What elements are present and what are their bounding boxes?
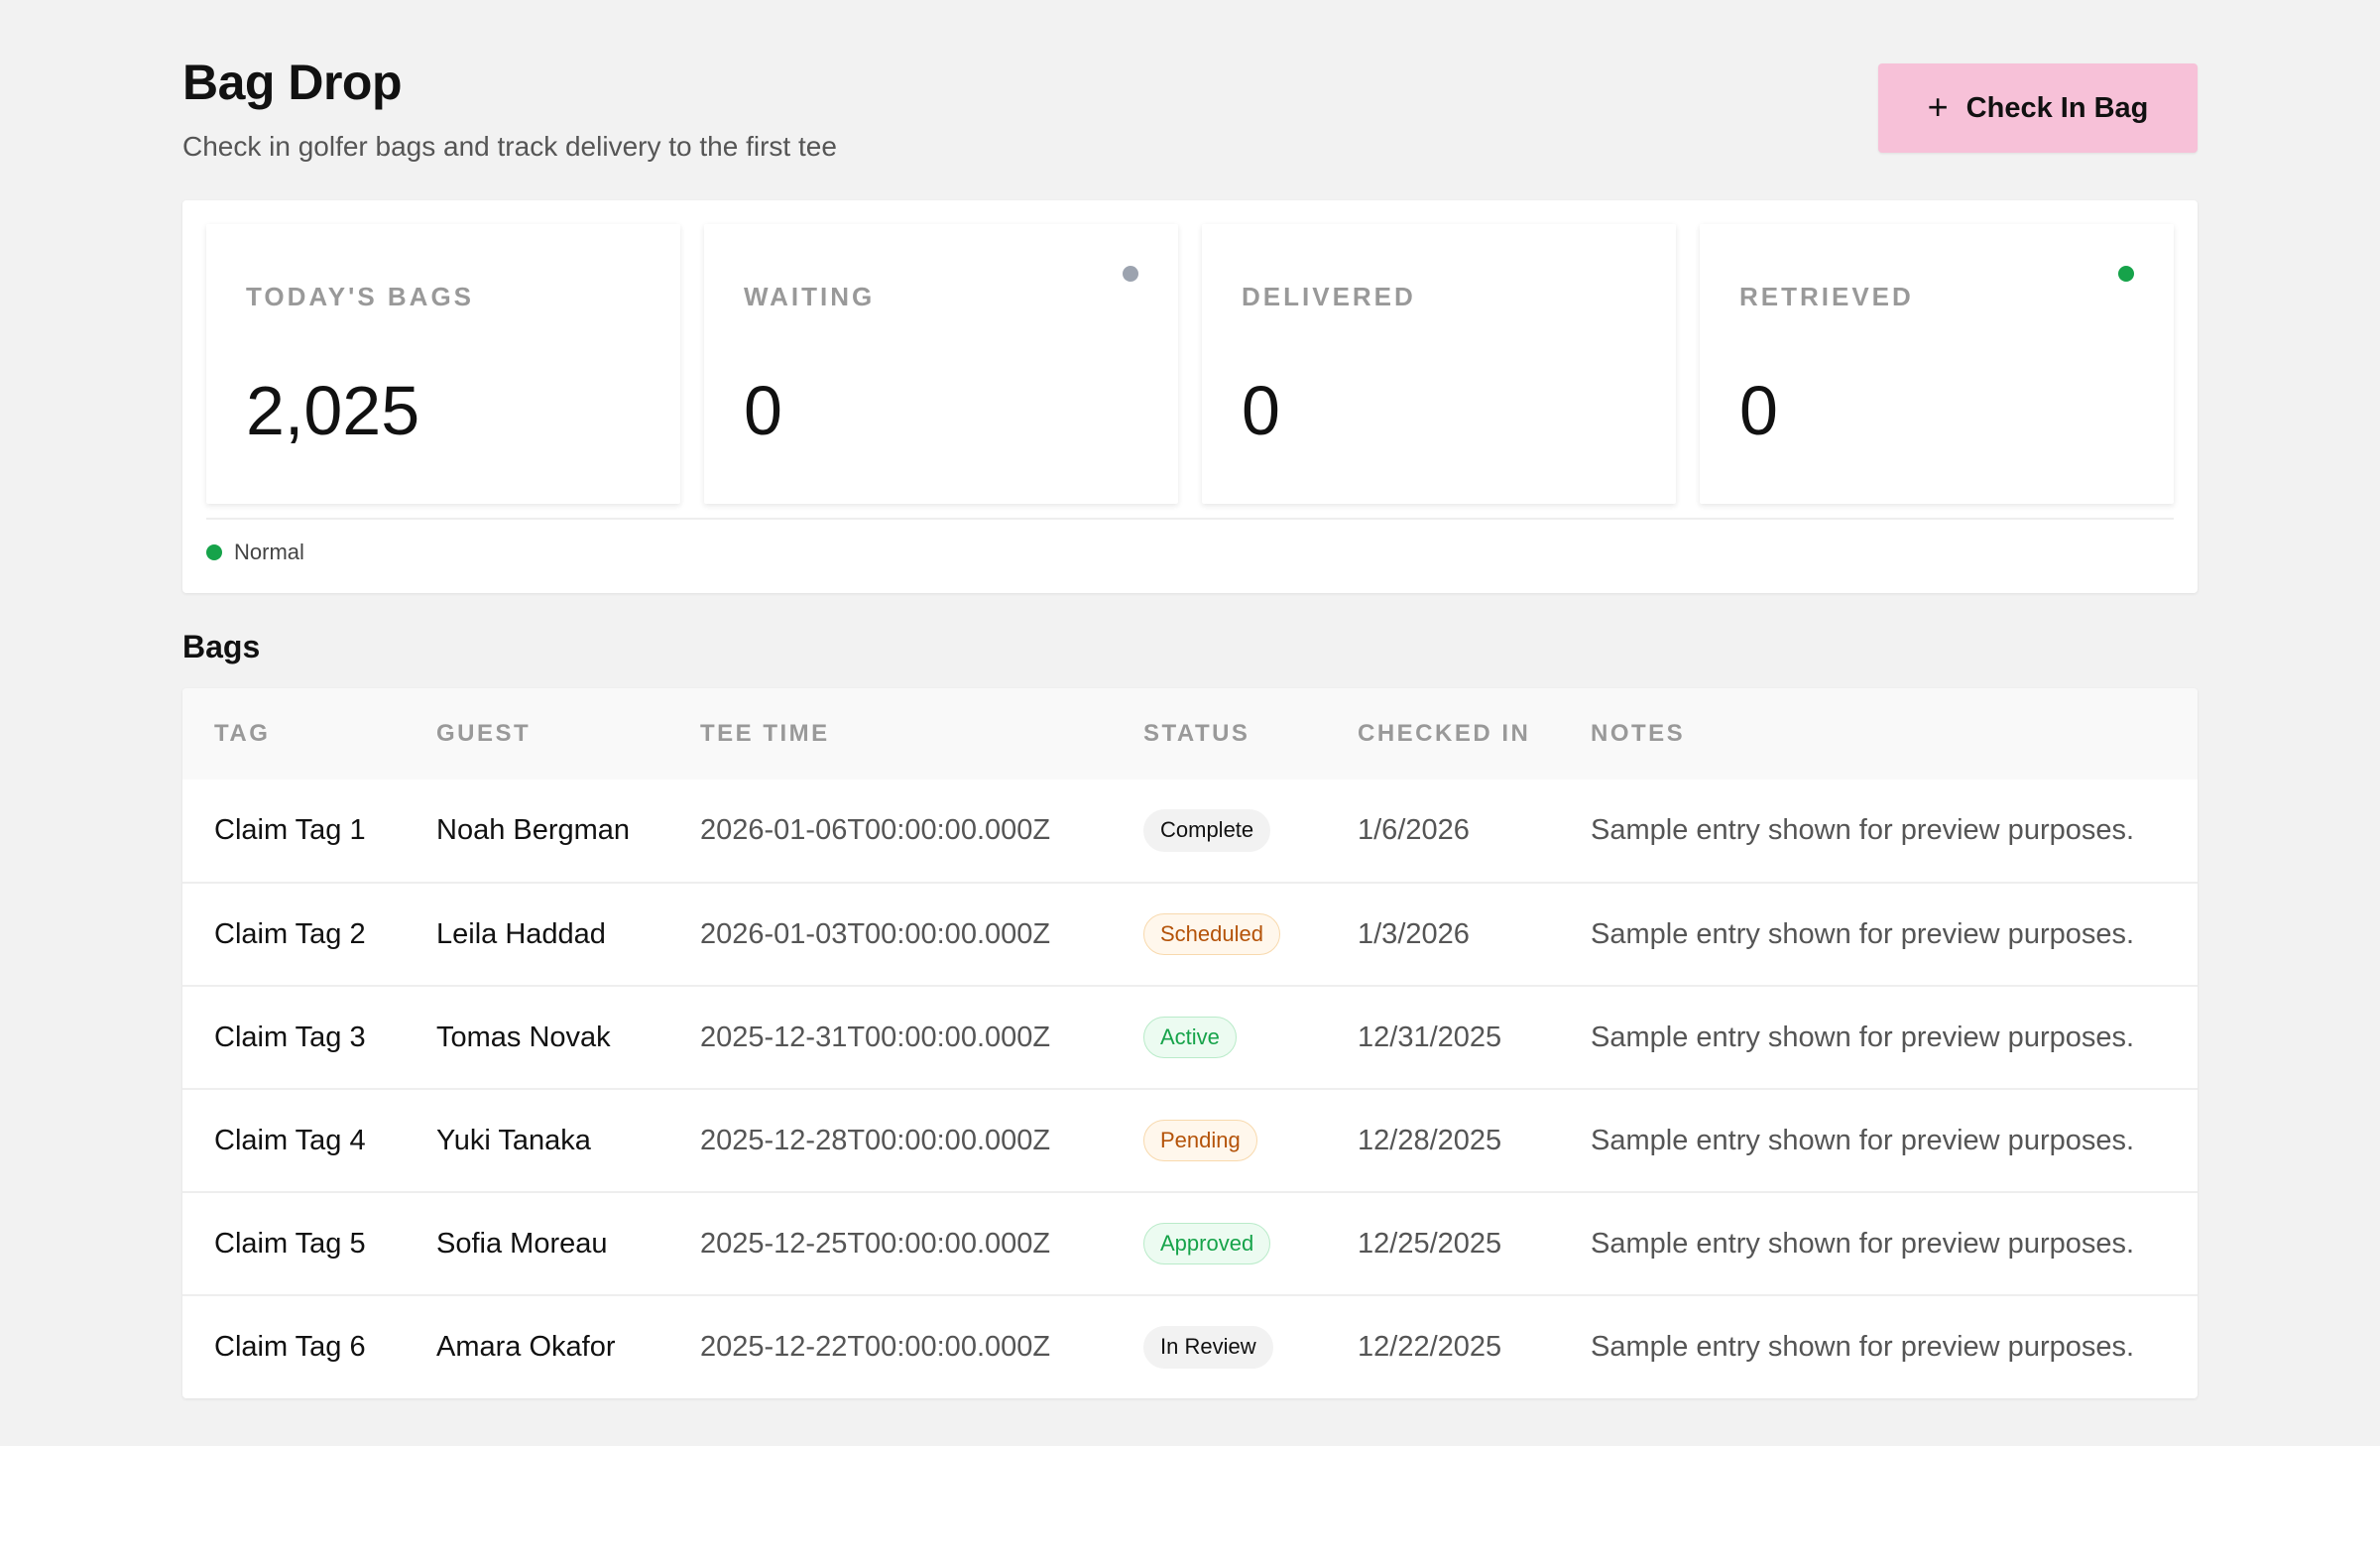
stat-value: 0: [744, 372, 782, 449]
status-badge: Approved: [1143, 1222, 1271, 1265]
cell-guest: Leila Haddad: [436, 917, 606, 950]
check-in-bag-label: Check In Bag: [1965, 91, 2149, 124]
status-dot-icon: [1123, 266, 1138, 282]
stat-value: 2,025: [246, 372, 420, 449]
column-header-notes: NOTES: [1591, 720, 1686, 747]
column-header-checked-in: CHECKED IN: [1358, 720, 1531, 747]
cell-guest: Yuki Tanaka: [436, 1124, 591, 1156]
cell-tag: Claim Tag 6: [214, 1331, 366, 1363]
cell-tee-time: 2025-12-31T00:00:00.000Z: [700, 1021, 1051, 1053]
cell-tee-time: 2025-12-22T00:00:00.000Z: [700, 1331, 1051, 1363]
cell-tee-time: 2025-12-25T00:00:00.000Z: [700, 1227, 1051, 1260]
stat-label: TODAY'S BAGS: [246, 282, 475, 311]
divider: [206, 518, 2174, 520]
main-container: Bag Drop Check in golfer bags and track …: [182, 0, 2198, 1398]
cell-checked-in: 12/22/2025: [1358, 1331, 1502, 1363]
column-header-tee-time: TEE TIME: [700, 720, 830, 747]
cell-notes: Sample entry shown for preview purposes.: [1591, 1124, 2135, 1156]
cell-tag: Claim Tag 4: [214, 1124, 366, 1156]
status-badge: In Review: [1143, 1326, 1273, 1369]
table-row[interactable]: Claim Tag 1 Noah Bergman 2026-01-06T00:0…: [182, 780, 2198, 883]
cell-notes: Sample entry shown for preview purposes.: [1591, 1021, 2135, 1053]
column-header-status: STATUS: [1143, 720, 1250, 747]
cell-status: Complete: [1143, 780, 1358, 883]
status-dot-icon: [2118, 266, 2134, 282]
stat-cards: TODAY'S BAGS 2,025 WAITING 0 DELIVERED 0…: [206, 224, 2174, 504]
column-header-guest: GUEST: [436, 720, 532, 747]
status-badge: Scheduled: [1143, 912, 1280, 956]
page-subtitle: Check in golfer bags and track delivery …: [182, 131, 837, 162]
cell-guest: Amara Okafor: [436, 1331, 616, 1363]
stat-card-retrieved: RETRIEVED 0: [1700, 224, 2174, 504]
cell-status: Approved: [1143, 1192, 1358, 1295]
stat-label: WAITING: [744, 282, 876, 311]
status-badge: Active: [1143, 1016, 1237, 1059]
cell-status: Pending: [1143, 1089, 1358, 1192]
legend-label: Normal: [234, 540, 304, 564]
cell-guest: Noah Bergman: [436, 814, 631, 846]
cell-tee-time: 2025-12-28T00:00:00.000Z: [700, 1124, 1051, 1156]
table-row[interactable]: Claim Tag 6 Amara Okafor 2025-12-22T00:0…: [182, 1295, 2198, 1398]
cell-status: Scheduled: [1143, 883, 1358, 986]
stat-card-waiting: WAITING 0: [704, 224, 1178, 504]
bags-section-title: Bags: [182, 629, 261, 664]
cell-checked-in: 1/6/2026: [1358, 814, 1470, 846]
stats-panel: TODAY'S BAGS 2,025 WAITING 0 DELIVERED 0…: [182, 200, 2198, 593]
cell-notes: Sample entry shown for preview purposes.: [1591, 917, 2135, 950]
cell-notes: Sample entry shown for preview purposes.: [1591, 1227, 2135, 1260]
cell-guest: Tomas Novak: [436, 1021, 611, 1053]
stat-card-delivered: DELIVERED 0: [1202, 224, 1676, 504]
cell-tag: Claim Tag 3: [214, 1021, 366, 1053]
table-row[interactable]: Claim Tag 3 Tomas Novak 2025-12-31T00:00…: [182, 986, 2198, 1089]
check-in-bag-button[interactable]: + Check In Bag: [1878, 63, 2198, 153]
table-row[interactable]: Claim Tag 5 Sofia Moreau 2025-12-25T00:0…: [182, 1192, 2198, 1295]
cell-checked-in: 12/31/2025: [1358, 1021, 1502, 1053]
bags-table-card: TAG GUEST TEE TIME STATUS CHECKED IN NOT…: [182, 688, 2198, 1398]
bags-table: TAG GUEST TEE TIME STATUS CHECKED IN NOT…: [182, 688, 2198, 1398]
legend: Normal: [206, 540, 304, 565]
stat-value: 0: [1242, 372, 1280, 449]
legend-dot-icon: [206, 544, 222, 560]
cell-tag: Claim Tag 5: [214, 1227, 366, 1260]
cell-tag: Claim Tag 1: [214, 814, 366, 846]
stat-value: 0: [1739, 372, 1778, 449]
cell-notes: Sample entry shown for preview purposes.: [1591, 814, 2135, 846]
cell-tag: Claim Tag 2: [214, 917, 366, 950]
cell-status: In Review: [1143, 1295, 1358, 1398]
cell-checked-in: 1/3/2026: [1358, 917, 1470, 950]
stat-label: DELIVERED: [1242, 282, 1416, 311]
app-shell: Bag Drop Check in golfer bags and track …: [0, 0, 2380, 1446]
cell-checked-in: 12/25/2025: [1358, 1227, 1502, 1260]
status-badge: Complete: [1143, 809, 1271, 852]
stat-label: RETRIEVED: [1739, 282, 1914, 311]
table-header-row: TAG GUEST TEE TIME STATUS CHECKED IN NOT…: [182, 688, 2198, 780]
cell-tee-time: 2026-01-03T00:00:00.000Z: [700, 917, 1051, 950]
table-row[interactable]: Claim Tag 2 Leila Haddad 2026-01-03T00:0…: [182, 883, 2198, 986]
plus-icon: +: [1927, 85, 1949, 127]
cell-checked-in: 12/28/2025: [1358, 1124, 1502, 1156]
page-title: Bag Drop: [182, 55, 403, 110]
cell-guest: Sofia Moreau: [436, 1227, 608, 1260]
column-header-tag: TAG: [214, 720, 271, 747]
cell-tee-time: 2026-01-06T00:00:00.000Z: [700, 814, 1051, 846]
cell-status: Active: [1143, 986, 1358, 1089]
stat-card-todays-bags: TODAY'S BAGS 2,025: [206, 224, 680, 504]
page-header: Bag Drop Check in golfer bags and track …: [182, 0, 2198, 200]
table-row[interactable]: Claim Tag 4 Yuki Tanaka 2025-12-28T00:00…: [182, 1089, 2198, 1192]
cell-notes: Sample entry shown for preview purposes.: [1591, 1331, 2135, 1363]
status-badge: Pending: [1143, 1119, 1257, 1162]
